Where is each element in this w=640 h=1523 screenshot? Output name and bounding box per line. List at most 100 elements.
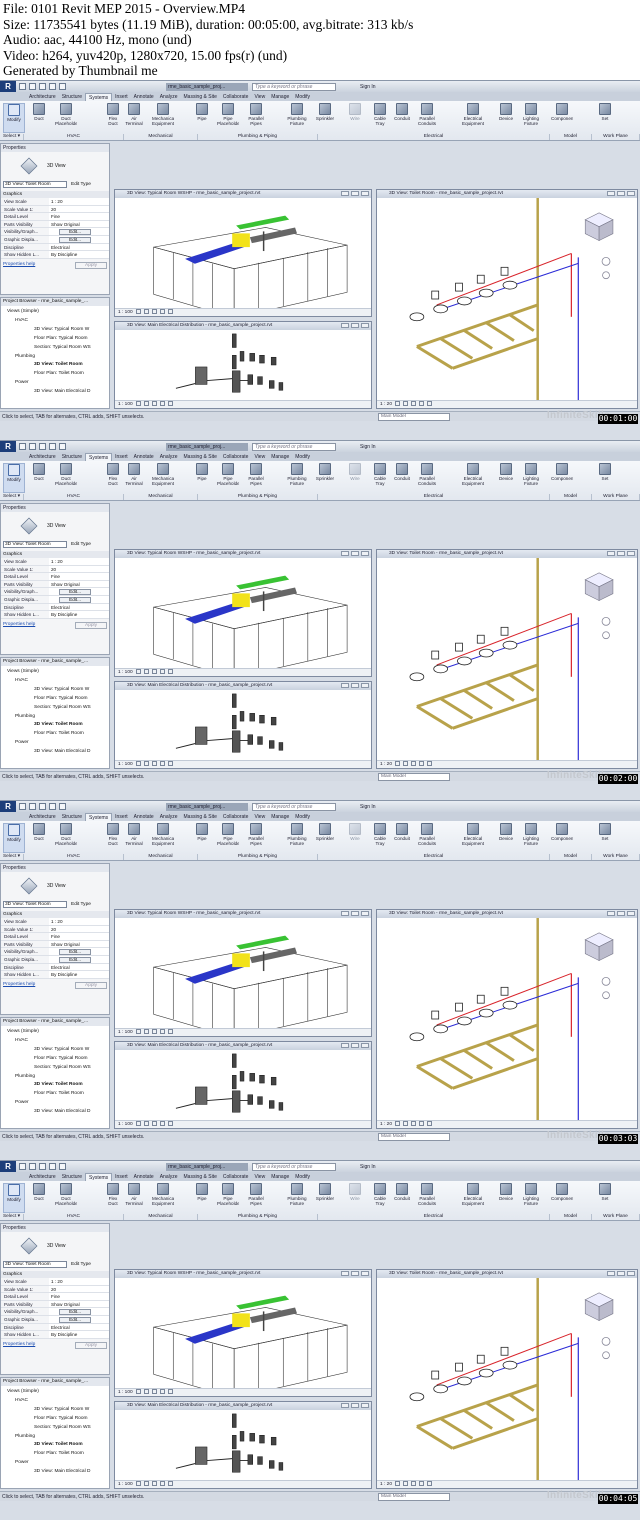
panel-label[interactable]: Select ▾ (0, 854, 24, 860)
tab-insert[interactable]: Insert (112, 453, 131, 461)
tab-structure[interactable]: Structure (59, 1173, 85, 1181)
property-value[interactable]: Show Original (49, 580, 109, 588)
view-typical-room[interactable]: 3D View: Typical Room WSHP - rme_basic_s… (114, 189, 372, 317)
tab-modify[interactable]: Modify (292, 1173, 313, 1181)
property-value[interactable]: Electrical (49, 243, 109, 251)
property-row[interactable]: Discipline Electrical (1, 603, 109, 612)
browser-node[interactable]: Power (1, 379, 109, 388)
view-typical-room[interactable]: 3D View: Typical Room WSHP - rme_basic_s… (114, 1269, 372, 1397)
wire-button[interactable]: Wire (344, 103, 366, 133)
close-icon[interactable] (627, 911, 635, 916)
sprinkler-button[interactable]: Sprinkler (314, 1183, 336, 1213)
shadows-icon[interactable] (159, 309, 165, 315)
detail-level-icon[interactable] (135, 1389, 141, 1395)
properties-help-link[interactable]: Properties help (3, 262, 35, 269)
edit-type-button[interactable]: Edit Type (71, 182, 91, 187)
property-value[interactable]: 20 (49, 565, 109, 573)
print-icon[interactable] (59, 803, 66, 810)
browser-node[interactable]: Views (Simple) (1, 308, 109, 317)
maximize-icon[interactable] (351, 683, 359, 688)
lighting-fixture-button[interactable]: Lighting Fixture (520, 823, 542, 853)
minimize-icon[interactable] (341, 683, 349, 688)
pipe-button[interactable]: Pipe (191, 463, 213, 493)
tab-annotate[interactable]: Annotate (131, 1173, 157, 1181)
set-button[interactable]: Set (594, 823, 616, 853)
detail-level-icon[interactable] (395, 1481, 401, 1487)
crop-icon[interactable] (167, 1481, 173, 1487)
duct-button[interactable]: Duct (28, 103, 50, 133)
type-selector[interactable]: 3D View (1, 872, 109, 900)
property-value[interactable]: 20 (49, 1285, 109, 1293)
property-value[interactable]: Fine (49, 213, 109, 220)
redo-icon[interactable] (49, 443, 56, 450)
undo-icon[interactable] (39, 1163, 46, 1170)
wire-button[interactable]: Wire (344, 463, 366, 493)
set-button[interactable]: Set (594, 1183, 616, 1213)
close-icon[interactable] (361, 323, 369, 328)
lighting-fixture-button[interactable]: Lighting Fixture (520, 463, 542, 493)
electrical-equipment-button[interactable]: Electrical Equipment (462, 1183, 484, 1213)
visual-style-icon[interactable] (143, 1029, 149, 1035)
open-icon[interactable] (19, 1163, 26, 1170)
properties-help-link[interactable]: Properties help (3, 1342, 35, 1349)
visual-style-icon[interactable] (143, 309, 149, 315)
property-row[interactable]: Detail Level Fine (1, 213, 109, 221)
edit-button[interactable]: Edit... (59, 596, 91, 603)
browser-node[interactable]: 3D View: Toilet Room (1, 361, 109, 370)
open-icon[interactable] (19, 83, 26, 90)
parallel-conduits-button[interactable]: Parallel Conduits (416, 823, 438, 853)
minimize-icon[interactable] (341, 323, 349, 328)
pipe-button[interactable]: Pipe (191, 823, 213, 853)
tab-architecture[interactable]: Architecture (26, 453, 59, 461)
view-scale[interactable]: 1 : 20 (380, 1122, 392, 1127)
tab-collaborate[interactable]: Collaborate (220, 453, 252, 461)
property-row[interactable]: Scale Value 1: 20 (1, 565, 109, 574)
apply-button[interactable]: Apply (75, 621, 107, 629)
detail-level-icon[interactable] (135, 1481, 141, 1487)
instance-filter-dropdown[interactable]: 3D View: Toilet Room (3, 181, 67, 188)
toilet-room-canvas[interactable] (377, 558, 637, 760)
edit-button[interactable]: Edit... (59, 1316, 91, 1323)
sign-in-link[interactable]: Sign In (360, 84, 376, 90)
view-toilet-room[interactable]: 3D View: Toilet Room - rme_basic_sample_… (376, 549, 638, 769)
sun-path-icon[interactable] (151, 1481, 157, 1487)
graphics-group[interactable]: Graphics (1, 551, 109, 558)
tab-collaborate[interactable]: Collaborate (220, 1173, 252, 1181)
tab-insert[interactable]: Insert (112, 813, 131, 821)
detail-level-icon[interactable] (135, 1029, 141, 1035)
revit-logo-icon[interactable]: R (0, 81, 16, 92)
property-value[interactable]: Electrical (49, 603, 109, 611)
browser-node[interactable]: Power (1, 739, 109, 748)
tab-analyze[interactable]: Analyze (157, 453, 181, 461)
property-row[interactable]: Parts Visibility Show Original (1, 1300, 109, 1309)
tab-view[interactable]: View (251, 813, 268, 821)
browser-node[interactable]: 3D View: Toilet Room (1, 721, 109, 730)
property-value[interactable]: Edit... (49, 588, 109, 595)
minimize-icon[interactable] (607, 1271, 615, 1276)
property-value[interactable]: Show Original (49, 940, 109, 948)
print-icon[interactable] (59, 1163, 66, 1170)
air-terminal-button[interactable]: Air Terminal (123, 103, 145, 133)
sprinkler-button[interactable]: Sprinkler (314, 823, 336, 853)
tab-annotate[interactable]: Annotate (131, 813, 157, 821)
browser-node[interactable]: Floor Plan: Toilet Room (1, 1090, 109, 1099)
pipe-button[interactable]: Pipe (191, 103, 213, 133)
flex-duct-button[interactable]: Flex Duct (102, 103, 124, 133)
crop-icon[interactable] (167, 1121, 173, 1127)
lighting-fixture-button[interactable]: Lighting Fixture (520, 103, 542, 133)
close-icon[interactable] (361, 1043, 369, 1048)
maximize-icon[interactable] (617, 911, 625, 916)
browser-node[interactable]: 3D View: Typical Room W (1, 686, 109, 695)
property-value[interactable]: Fine (49, 573, 109, 580)
browser-node[interactable]: 3D View: Typical Room W (1, 1046, 109, 1055)
maximize-icon[interactable] (351, 323, 359, 328)
browser-node[interactable]: Floor Plan: Typical Room (1, 335, 109, 344)
device-button[interactable]: Device (495, 1183, 517, 1213)
active-workset-dropdown[interactable]: Main Model (378, 1132, 450, 1141)
panel-label[interactable]: Select ▾ (0, 1214, 24, 1220)
sprinkler-button[interactable]: Sprinkler (314, 463, 336, 493)
browser-node[interactable]: Section: Typical Room WS (1, 1424, 109, 1433)
tab-architecture[interactable]: Architecture (26, 1173, 59, 1181)
browser-node[interactable]: Section: Typical Room WS (1, 344, 109, 353)
conduit-button[interactable]: Conduit (391, 463, 413, 493)
